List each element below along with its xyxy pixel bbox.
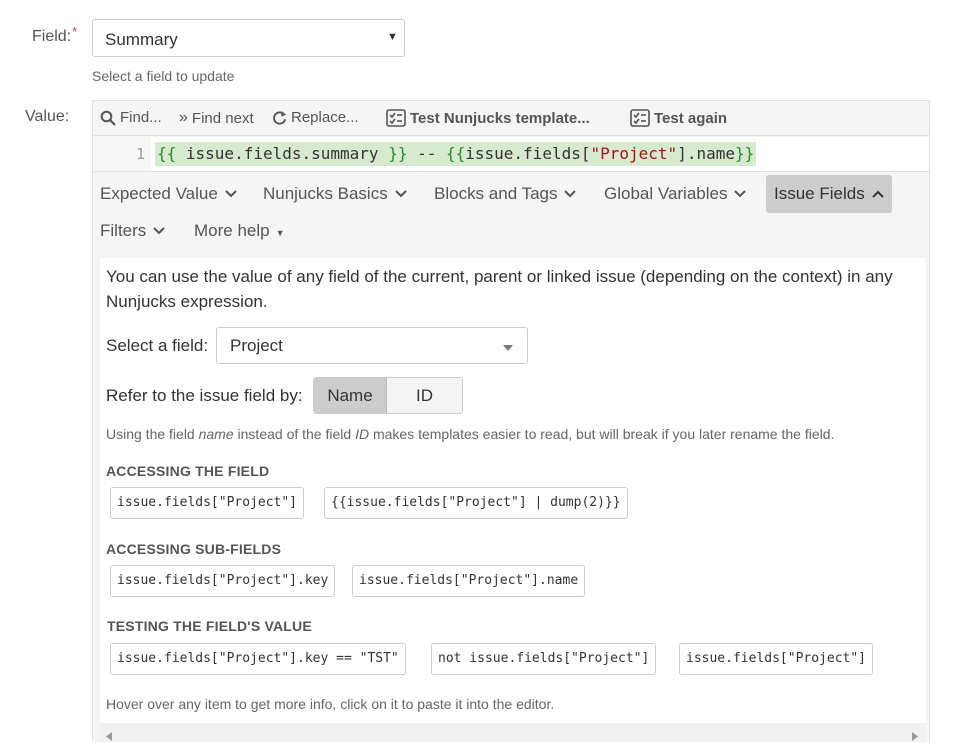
chevron-down-icon [564,190,577,198]
editor-toolbar: Find... » Find next Replace... Test Nunj… [93,101,929,136]
refer-name-button[interactable]: Name [314,378,388,413]
tab-global-variables[interactable]: Global Variables [604,176,747,212]
field-select-value: Summary [105,30,178,49]
tab-blocks-and-tags[interactable]: Blocks and Tags [434,176,577,212]
tab-nunjucks-basics[interactable]: Nunjucks Basics [263,176,407,212]
snippet-chip[interactable]: issue.fields["Project"].key == "TST" [110,643,406,675]
line-number: 1 [93,137,151,171]
tab-filters[interactable]: Filters [100,213,165,249]
code-editor[interactable]: 1 {{ issue.fields.summary }} -- {{issue.… [93,137,929,172]
footer-hint: Hover over any item to get more info, cl… [106,696,555,712]
field-name-note: Using the field name instead of the fiel… [106,426,835,442]
find-button[interactable]: Find... [100,109,162,126]
caret-down-icon [503,338,513,356]
tab-expected-value[interactable]: Expected Value [100,176,237,212]
field-hint: Select a field to update [92,68,235,84]
snippet-chip[interactable]: issue.fields["Project"].name [352,565,586,597]
scroll-right-icon[interactable] [912,728,918,746]
snippet-chip[interactable]: issue.fields["Project"] [110,487,305,519]
chevron-up-icon [871,190,884,198]
test-template-button[interactable]: Test Nunjucks template... [386,109,590,127]
select-field-label: Select a field: [106,336,209,355]
chevron-down-icon [153,227,165,235]
chevron-down-icon [225,190,237,198]
field-label: Field:* [32,24,78,45]
value-label: Value: [25,108,70,125]
field-select[interactable]: Summary ▼ [92,19,405,57]
snippet-chip[interactable]: {{issue.fields["Project"] | dump(2)}} [324,487,628,519]
checklist-icon [386,109,406,127]
replace-button[interactable]: Replace... [272,109,359,126]
tab-more-help[interactable]: More help ▼ [194,213,285,249]
panel-intro: You can use the value of any field of th… [106,267,893,311]
caret-down-icon: ▼ [275,228,285,238]
chevron-down-icon [395,190,407,198]
refresh-icon [273,110,287,125]
search-icon [100,110,116,126]
find-next-button[interactable]: » Find next [179,109,254,127]
refer-label: Refer to the issue field by: [106,386,303,405]
snippet-chip[interactable]: not issue.fields["Project"] [431,643,657,675]
snippet-chip[interactable]: issue.fields["Project"].key [110,565,336,597]
section-title: ACCESSING THE FIELD [106,463,270,479]
double-chevron-right-icon: » [179,109,188,126]
required-mark: * [72,24,78,39]
snippet-chip[interactable]: issue.fields["Project"] [679,643,874,675]
code-line[interactable]: {{ issue.fields.summary }} -- {{issue.fi… [155,142,757,166]
panel-field-select-value: Project [230,336,283,355]
tab-issue-fields[interactable]: Issue Fields [766,175,892,213]
scroll-left-icon[interactable] [106,728,112,746]
horizontal-scrollbar[interactable] [100,723,926,742]
section-title: ACCESSING SUB-FIELDS [106,541,282,557]
chevron-down-icon [734,190,747,198]
refer-id-button[interactable]: ID [387,378,462,413]
panel-field-select[interactable]: Project [216,327,528,364]
section-title: TESTING THE FIELD'S VALUE [107,618,312,634]
test-again-button[interactable]: Test again [630,109,727,127]
refer-toggle: Name ID [313,377,463,414]
checklist-icon [630,109,650,127]
dropdown-arrow-icon: ▼ [387,31,398,43]
